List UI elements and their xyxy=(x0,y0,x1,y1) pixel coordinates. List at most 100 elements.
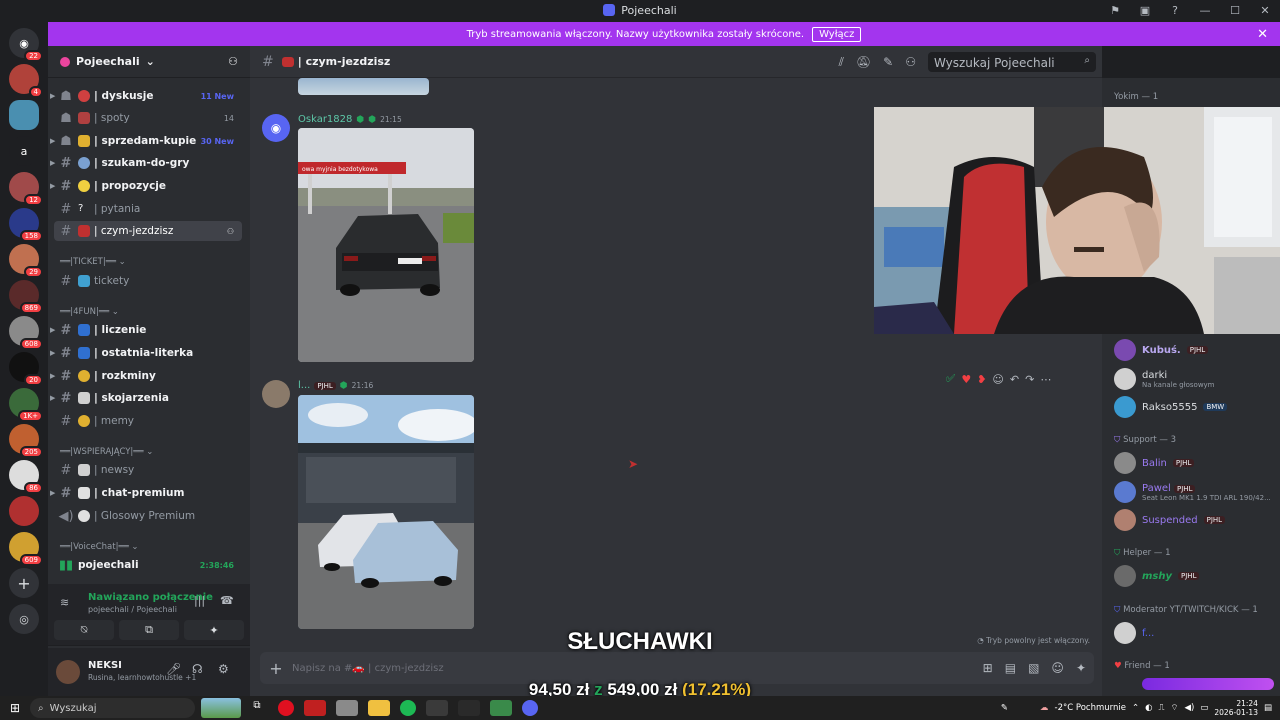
emoji-icon[interactable]: ☺ xyxy=(1051,661,1064,675)
app-icon[interactable] xyxy=(426,700,448,716)
direct-messages-button[interactable]: ◉ 22 xyxy=(9,28,43,62)
server-icon-active[interactable] xyxy=(9,100,39,130)
file-explorer-icon[interactable] xyxy=(368,700,390,716)
composer-placeholder[interactable]: Napisz na #🚗 | czym-jezdzisz xyxy=(292,663,444,674)
close-icon[interactable]: ✕ xyxy=(1257,27,1268,42)
disconnect-icon[interactable]: ☎ xyxy=(220,594,234,607)
clock[interactable]: 21:24 2026-01-13 xyxy=(1214,699,1258,717)
minimize-button[interactable]: — xyxy=(1190,4,1220,17)
message-author[interactable]: l... PJHL ⬢ 21:16 xyxy=(298,380,373,391)
channel-propozycje[interactable]: ▶ # | propozycje xyxy=(50,176,242,196)
pen-icon[interactable]: ✎ xyxy=(1001,703,1008,713)
tray-icon[interactable]: ◐ xyxy=(1145,703,1152,713)
gift-icon[interactable]: ⊞ xyxy=(983,661,993,675)
server-icon[interactable]: 205 xyxy=(9,424,43,458)
check-reaction-icon[interactable]: ✅︎ xyxy=(946,372,955,386)
member-item[interactable]: Pawel PJHL Seat Leon MK1 1.9 TDI ARL 190/… xyxy=(1114,479,1271,505)
add-member-icon[interactable]: ⚇ xyxy=(227,227,234,236)
category-ticket[interactable]: ══|TICKET|══ ⌄ xyxy=(60,257,126,267)
channel-memy[interactable]: # | memy xyxy=(54,411,242,431)
disable-streamer-mode-button[interactable]: Wyłącz xyxy=(812,26,862,42)
guild-header[interactable]: Pojeechali ⌄ ⚇ xyxy=(48,46,250,78)
channel-szukam-do-gry[interactable]: ▶ # | szukam-do-gry xyxy=(50,153,242,173)
server-icon[interactable]: a xyxy=(9,136,39,166)
weather-icon[interactable]: ☁ xyxy=(1040,703,1049,713)
member-item[interactable]: mshy PJHL xyxy=(1114,563,1200,589)
member-item[interactable]: Suspended PJHL xyxy=(1114,507,1226,533)
reaction-icon[interactable]: ❥ xyxy=(977,373,986,386)
channel-dyskusje[interactable]: ▶ ☗ | dyskusje 11 New xyxy=(50,86,242,106)
usb-icon[interactable]: ⎍ xyxy=(1159,703,1165,713)
noise-suppression-icon[interactable]: ||| xyxy=(194,594,205,607)
reply-icon[interactable]: ↶ xyxy=(1010,373,1019,386)
headphones-icon[interactable]: ☊ xyxy=(192,662,203,676)
avatar[interactable] xyxy=(262,380,290,408)
username[interactable]: NEKSI xyxy=(88,660,122,671)
channel-pojeechali-voice[interactable]: ▮▮ pojeechali 2:38:46 xyxy=(54,555,242,575)
widgets-icon[interactable] xyxy=(201,698,241,718)
pin-icon[interactable]: ✎ xyxy=(883,55,893,69)
server-icon[interactable]: 86 xyxy=(9,460,43,494)
close-window-button[interactable]: ✕ xyxy=(1250,4,1280,17)
sticker-icon[interactable]: ▧ xyxy=(1028,661,1039,675)
threads-icon[interactable]: ⫽ xyxy=(839,55,844,70)
previous-image[interactable] xyxy=(298,78,429,95)
channel-czym-jezdzisz[interactable]: # | czym-jezdzisz ⚇ xyxy=(54,221,242,241)
battery-icon[interactable]: ▭ xyxy=(1200,703,1208,713)
attach-plus-icon[interactable]: + xyxy=(260,659,292,678)
members-icon[interactable]: ⚇ xyxy=(905,55,916,69)
app-icon[interactable] xyxy=(336,700,358,716)
task-view-icon[interactable]: ⧉ xyxy=(246,700,268,716)
windows-start-icon[interactable]: ⊞ xyxy=(0,701,30,715)
channel-sprzedam-kupie[interactable]: ▶ ☗ | sprzedam-kupie 30 New xyxy=(50,131,242,151)
server-icon[interactable]: 869 xyxy=(9,280,43,314)
member-item[interactable]: Balin PJHL xyxy=(1114,450,1195,476)
spotify-icon[interactable] xyxy=(400,700,416,716)
more-options-icon[interactable]: ⋯ xyxy=(1040,373,1051,386)
category-voicechat[interactable]: ══|VoiceChat|══ ⌄ xyxy=(60,542,139,552)
channel-newsy[interactable]: # | newsy xyxy=(54,460,242,480)
taskbar-search[interactable]: ⌕ Wyszukaj xyxy=(30,698,195,718)
car-photo-bmw-e46[interactable]: owa myjnia bezdotykowa xyxy=(298,128,474,362)
apps-icon[interactable]: ✦ xyxy=(1076,661,1086,675)
notifications-icon[interactable]: ▤ xyxy=(1264,703,1272,713)
channel-liczenie[interactable]: ▶ # | liczenie xyxy=(50,320,242,340)
server-icon[interactable]: 20 xyxy=(9,352,43,386)
maximize-button[interactable]: ☐ xyxy=(1220,4,1250,17)
category-wspierajacy[interactable]: ══|WSPIERAJĄCY|══ ⌄ xyxy=(60,447,153,457)
settings-gear-icon[interactable]: ⚙ xyxy=(218,662,229,676)
server-icon[interactable]: 29 xyxy=(9,244,43,278)
server-icon[interactable]: 158 xyxy=(9,208,43,242)
channel-chat-premium[interactable]: ▶ # | chat-premium xyxy=(50,483,242,503)
server-icon[interactable]: 12 xyxy=(9,172,43,206)
channel-rozkminy[interactable]: ▶ # | rozkminy xyxy=(50,366,242,386)
inbox-icon[interactable]: ⚑ xyxy=(1100,4,1130,17)
add-reaction-icon[interactable]: ☺ xyxy=(992,373,1003,386)
signal-icon[interactable]: ≋ xyxy=(60,596,69,609)
notifications-muted-icon[interactable]: 🔕︎ xyxy=(856,55,871,69)
server-icon[interactable]: 1K+ xyxy=(9,388,43,422)
category-4fun[interactable]: ══|4FUN|══ ⌄ xyxy=(60,307,119,317)
app-icon[interactable] xyxy=(458,700,480,716)
channel-ostatnia-literka[interactable]: ▶ # | ostatnia-literka xyxy=(50,343,242,363)
channel-tickety[interactable]: # tickety xyxy=(54,271,242,291)
member-item[interactable]: Kubuś. PJHL xyxy=(1114,337,1209,363)
add-server-icon[interactable]: + xyxy=(9,568,39,598)
chevron-up-icon[interactable]: ⌃ xyxy=(1132,703,1139,713)
gif-icon[interactable]: ▤ xyxy=(1005,661,1016,675)
server-icon[interactable]: 4 xyxy=(9,64,43,98)
message-author[interactable]: Oskar1828 ⬢ ⬢ 21:15 xyxy=(298,114,402,125)
author-name[interactable]: l... xyxy=(298,380,310,391)
microphone-icon[interactable]: 🎤︎ xyxy=(166,662,181,676)
wifi-icon[interactable]: ⌔ xyxy=(1170,703,1178,713)
forward-icon[interactable]: ↷ xyxy=(1025,373,1034,386)
search-input[interactable]: Wyszukaj Pojeechali ⌕ xyxy=(928,52,1096,72)
stream-icon[interactable]: ▣ xyxy=(1130,4,1160,17)
avatar[interactable]: ◉ xyxy=(262,114,290,142)
discord-taskbar-icon[interactable] xyxy=(522,700,538,716)
invite-icon[interactable]: ⚇ xyxy=(228,55,238,68)
heart-reaction-icon[interactable]: ♥ xyxy=(961,373,971,386)
author-name[interactable]: Oskar1828 xyxy=(298,114,352,125)
member-item[interactable]: Rakso5555 BMW xyxy=(1114,394,1228,420)
channel-skojarzenia[interactable]: ▶ # | skojarzenia xyxy=(50,388,242,408)
